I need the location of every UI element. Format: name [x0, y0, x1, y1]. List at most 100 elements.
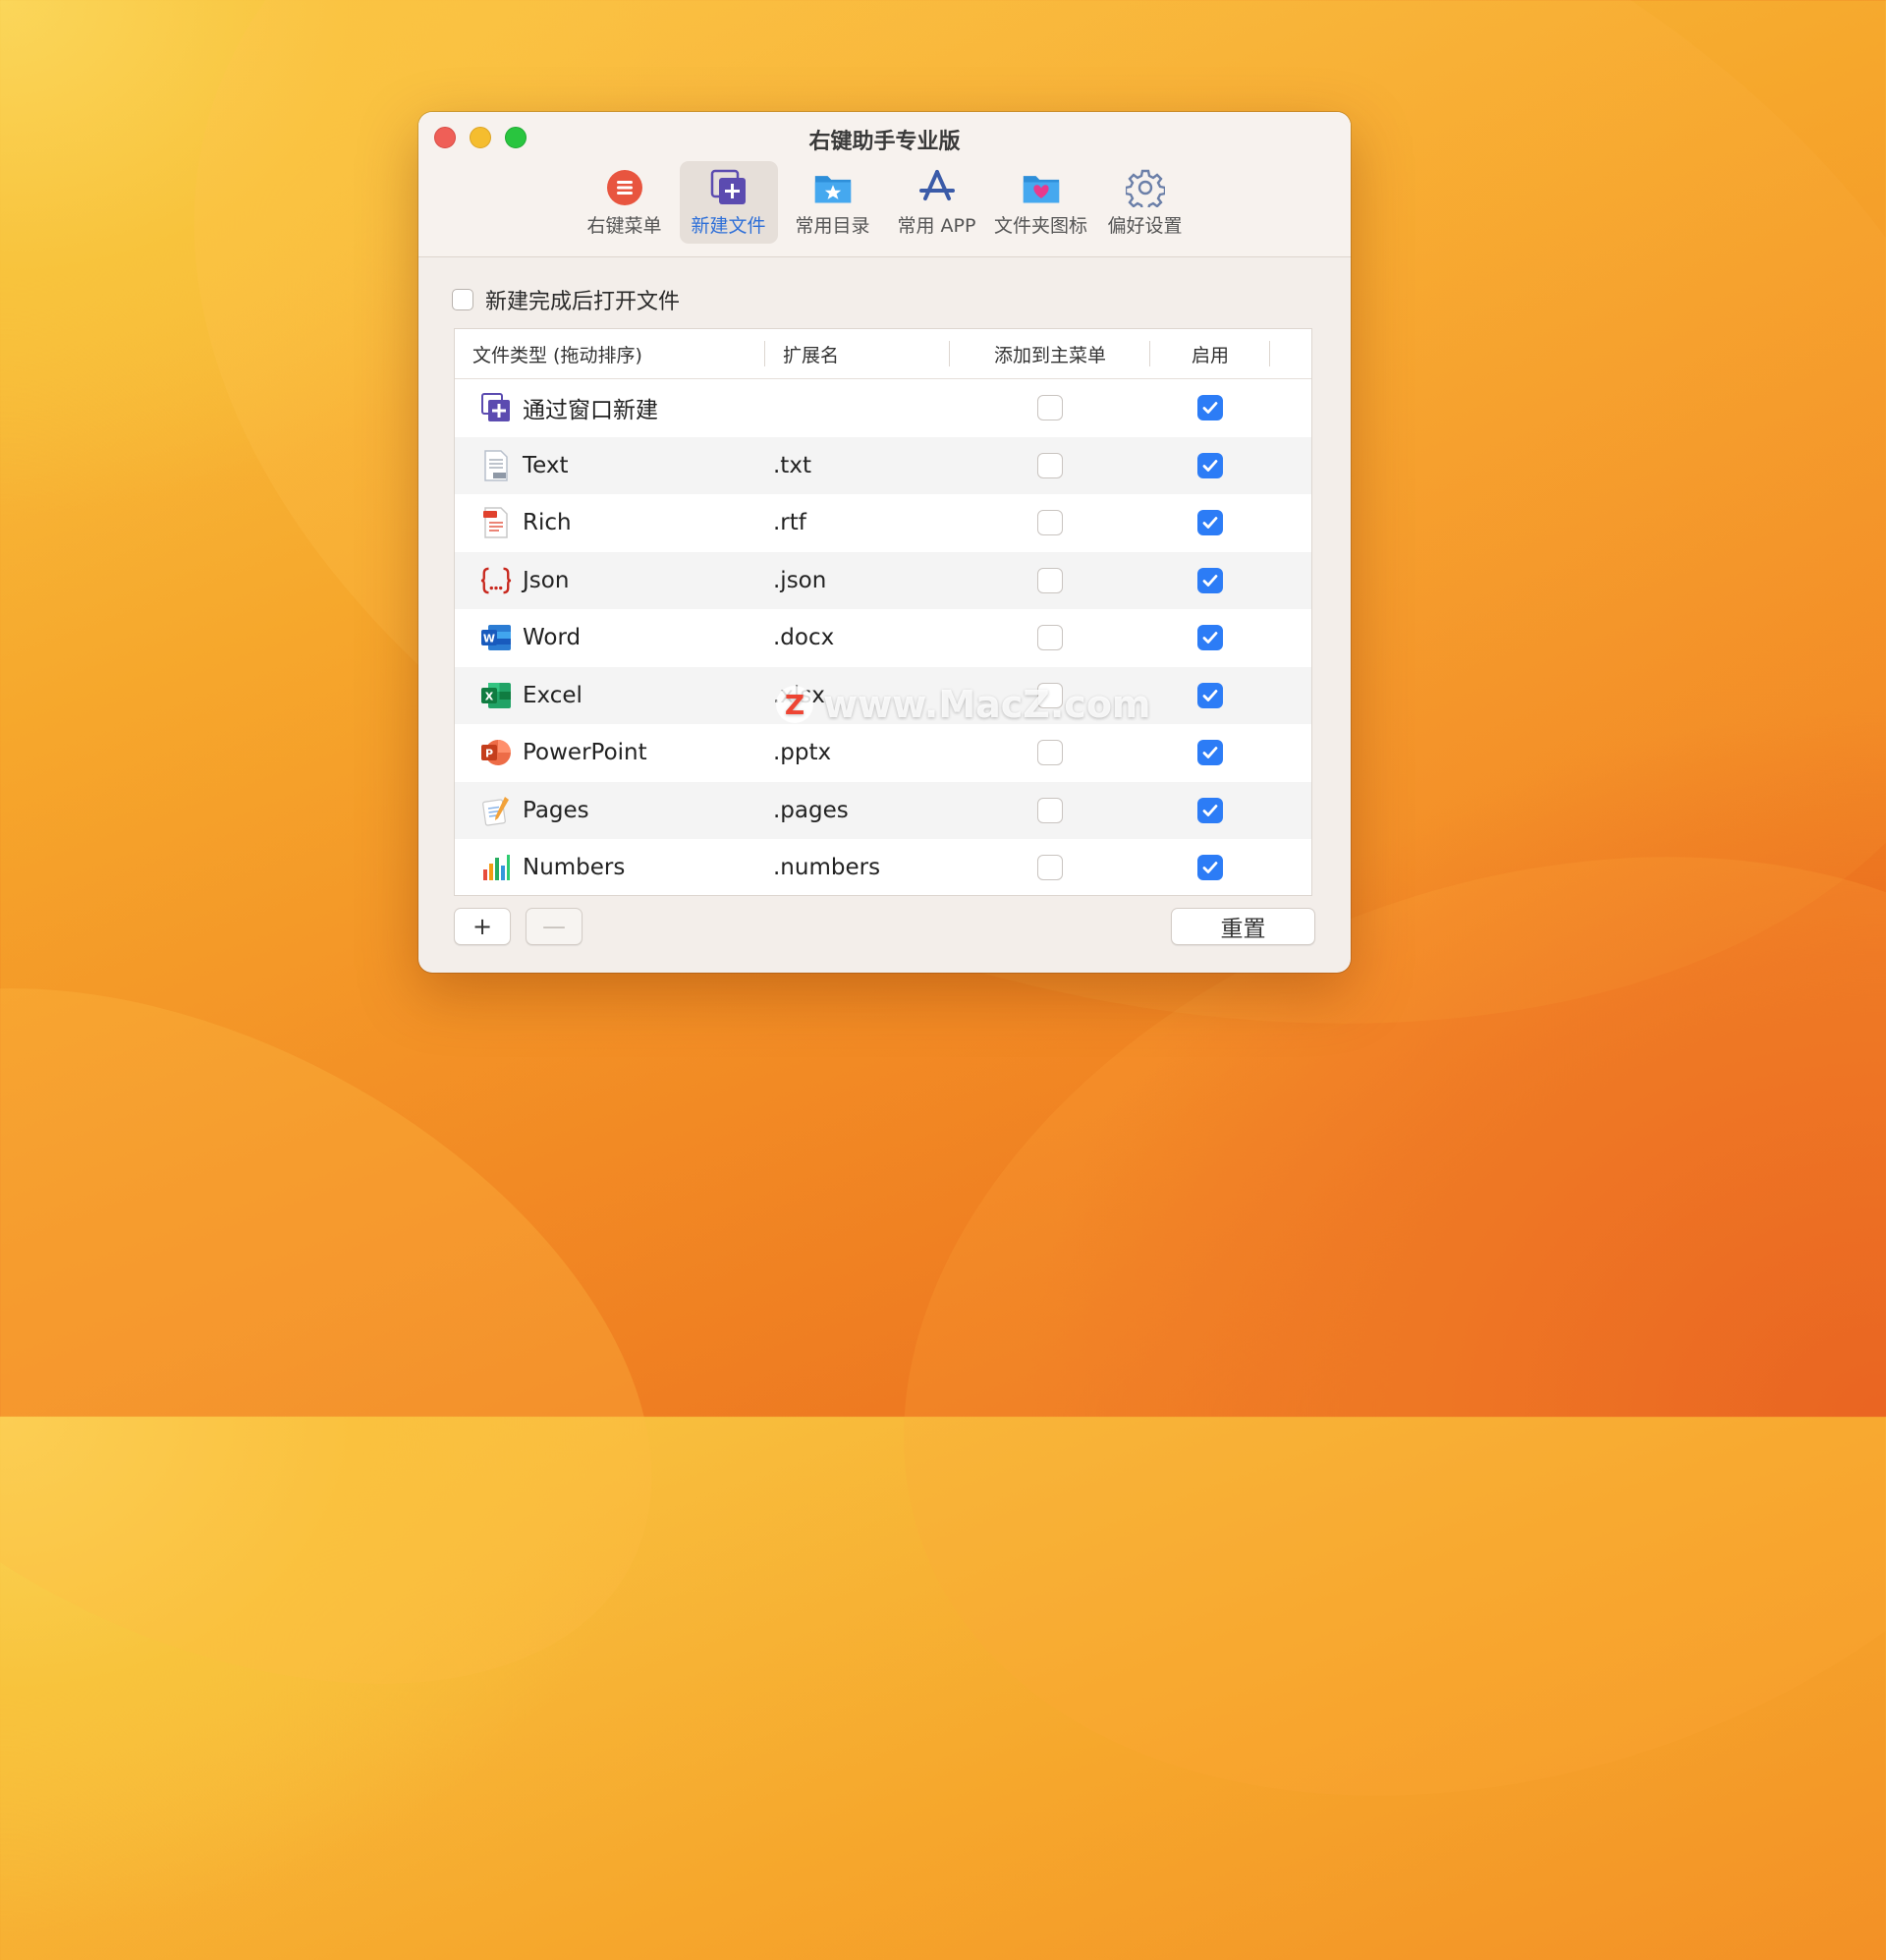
table-row[interactable]: P PowerPoint .pptx: [455, 724, 1311, 782]
powerpoint-icon: P: [480, 737, 512, 768]
main-menu-cell: [950, 782, 1150, 840]
app-store-icon: [917, 168, 957, 207]
enabled-checkbox[interactable]: [1197, 682, 1223, 708]
tab-label: 新建文件: [691, 214, 766, 237]
add-to-main-menu-checkbox[interactable]: [1037, 567, 1063, 593]
open-after-create-label: 新建完成后打开文件: [485, 290, 681, 314]
add-to-main-menu-checkbox[interactable]: [1037, 740, 1063, 766]
table-row[interactable]: Pages .pages: [455, 781, 1311, 840]
enabled-cell: [1150, 839, 1270, 897]
tab-label: 右键菜单: [586, 214, 662, 237]
column-header-add-to-main-menu[interactable]: 添加到主菜单: [950, 329, 1150, 378]
enabled-cell: [1150, 667, 1270, 725]
empty-cell: [1270, 609, 1311, 667]
file-type-cell: Numbers: [455, 839, 765, 897]
add-to-main-menu-checkbox[interactable]: [1037, 395, 1063, 421]
folder-heart-icon: [1022, 168, 1061, 207]
enabled-cell: [1150, 437, 1270, 495]
enabled-checkbox[interactable]: [1197, 797, 1223, 823]
enabled-cell: [1150, 724, 1270, 782]
main-menu-cell: [950, 552, 1150, 610]
wallpaper-wave: [0, 845, 769, 1827]
file-type-name: Pages: [523, 797, 589, 823]
empty-cell: [1270, 494, 1311, 552]
column-header-empty: [1270, 329, 1311, 378]
tab-new-file[interactable]: 新建文件: [679, 161, 778, 244]
table-row[interactable]: Text .txt: [455, 436, 1311, 495]
enabled-checkbox[interactable]: [1197, 625, 1223, 651]
enabled-checkbox[interactable]: [1197, 740, 1223, 766]
extension-cell: .pptx: [773, 740, 832, 766]
checkmark-icon: [1202, 632, 1218, 644]
new-window-icon: [480, 392, 512, 423]
main-menu-cell: [950, 724, 1150, 782]
file-type-cell: Json: [455, 552, 765, 610]
tab-folder-icons[interactable]: 文件夹图标: [992, 161, 1090, 244]
column-header-extension[interactable]: 扩展名: [765, 329, 950, 378]
watermark-text: www.MacZ.com: [823, 683, 1151, 726]
reset-button[interactable]: 重置: [1171, 908, 1315, 945]
new-file-icon: [709, 168, 749, 207]
tab-preferences[interactable]: 偏好设置: [1096, 161, 1194, 244]
table-body: 通过窗口新建 Text .txt Rich .rtf Json .json W …: [455, 379, 1311, 897]
main-menu-cell: [950, 839, 1150, 897]
extension-cell: .docx: [773, 625, 835, 651]
empty-cell: [1270, 724, 1311, 782]
tab-label: 常用目录: [795, 214, 870, 237]
checkmark-icon: [1202, 747, 1218, 759]
open-after-create-option[interactable]: 新建完成后打开文件: [452, 285, 1315, 314]
file-type-name: Excel: [523, 682, 582, 708]
tab-favorite-folders[interactable]: 常用目录: [784, 161, 882, 244]
enabled-cell: [1150, 494, 1270, 552]
file-type-cell: W Word: [455, 609, 765, 667]
empty-cell: [1270, 552, 1311, 610]
remove-button[interactable]: —: [526, 908, 582, 945]
add-to-main-menu-checkbox[interactable]: [1037, 452, 1063, 478]
column-header-type[interactable]: 文件类型 (拖动排序): [455, 329, 765, 378]
add-button[interactable]: +: [454, 908, 511, 945]
add-to-main-menu-checkbox[interactable]: [1037, 625, 1063, 651]
extension-cell: [765, 379, 950, 437]
toolbar: 右键菜单 新建文件 常用目录 常用 APP 文件夹图标 偏好设置: [418, 161, 1351, 244]
file-type-table: 文件类型 (拖动排序) 扩展名 添加到主菜单 启用 通过窗口新建 Text .t…: [454, 328, 1312, 896]
app-window: 右键助手专业版 右键菜单 新建文件 常用目录 常用 APP 文件夹图标 偏好设置…: [418, 112, 1351, 973]
table-row[interactable]: W Word .docx: [455, 609, 1311, 667]
file-type-name: Json: [523, 567, 570, 593]
titlebar: 右键助手专业版 右键菜单 新建文件 常用目录 常用 APP 文件夹图标 偏好设置: [418, 112, 1351, 257]
enabled-cell: [1150, 782, 1270, 840]
file-type-name: 通过窗口新建: [523, 398, 658, 424]
context-menu-icon: [605, 168, 644, 207]
file-type-name: Word: [523, 625, 582, 651]
excel-icon: X: [480, 680, 512, 711]
extension-cell: .txt: [773, 452, 811, 478]
gear-icon: [1125, 168, 1165, 207]
main-menu-cell: [950, 379, 1150, 437]
extension-cell: .rtf: [773, 510, 806, 536]
tab-context-menu[interactable]: 右键菜单: [576, 161, 674, 244]
enabled-checkbox[interactable]: [1197, 510, 1223, 536]
table-row[interactable]: 通过窗口新建: [455, 379, 1311, 437]
table-header: 文件类型 (拖动排序) 扩展名 添加到主菜单 启用: [455, 329, 1311, 379]
enabled-checkbox[interactable]: [1197, 452, 1223, 478]
tab-label: 文件夹图标: [993, 214, 1087, 237]
empty-cell: [1270, 782, 1311, 840]
file-type-name: Numbers: [523, 855, 626, 881]
tab-favorite-apps[interactable]: 常用 APP: [888, 161, 986, 244]
table-row[interactable]: Rich .rtf: [455, 494, 1311, 552]
table-row[interactable]: Json .json: [455, 551, 1311, 610]
numbers-icon: [480, 852, 512, 883]
column-header-enabled[interactable]: 启用: [1150, 329, 1270, 378]
enabled-checkbox[interactable]: [1197, 567, 1223, 593]
window-title: 右键助手专业版: [808, 130, 961, 154]
file-type-cell: 通过窗口新建: [455, 379, 765, 437]
open-after-create-checkbox[interactable]: [452, 289, 473, 310]
add-to-main-menu-checkbox[interactable]: [1037, 797, 1063, 823]
enabled-checkbox[interactable]: [1197, 395, 1223, 421]
text-file-icon: [480, 450, 512, 481]
add-to-main-menu-checkbox[interactable]: [1037, 510, 1063, 536]
table-row[interactable]: Numbers .numbers: [455, 839, 1311, 897]
empty-cell: [1270, 839, 1311, 897]
file-type-name: PowerPoint: [523, 740, 647, 766]
add-to-main-menu-checkbox[interactable]: [1037, 855, 1063, 881]
enabled-checkbox[interactable]: [1197, 855, 1223, 881]
